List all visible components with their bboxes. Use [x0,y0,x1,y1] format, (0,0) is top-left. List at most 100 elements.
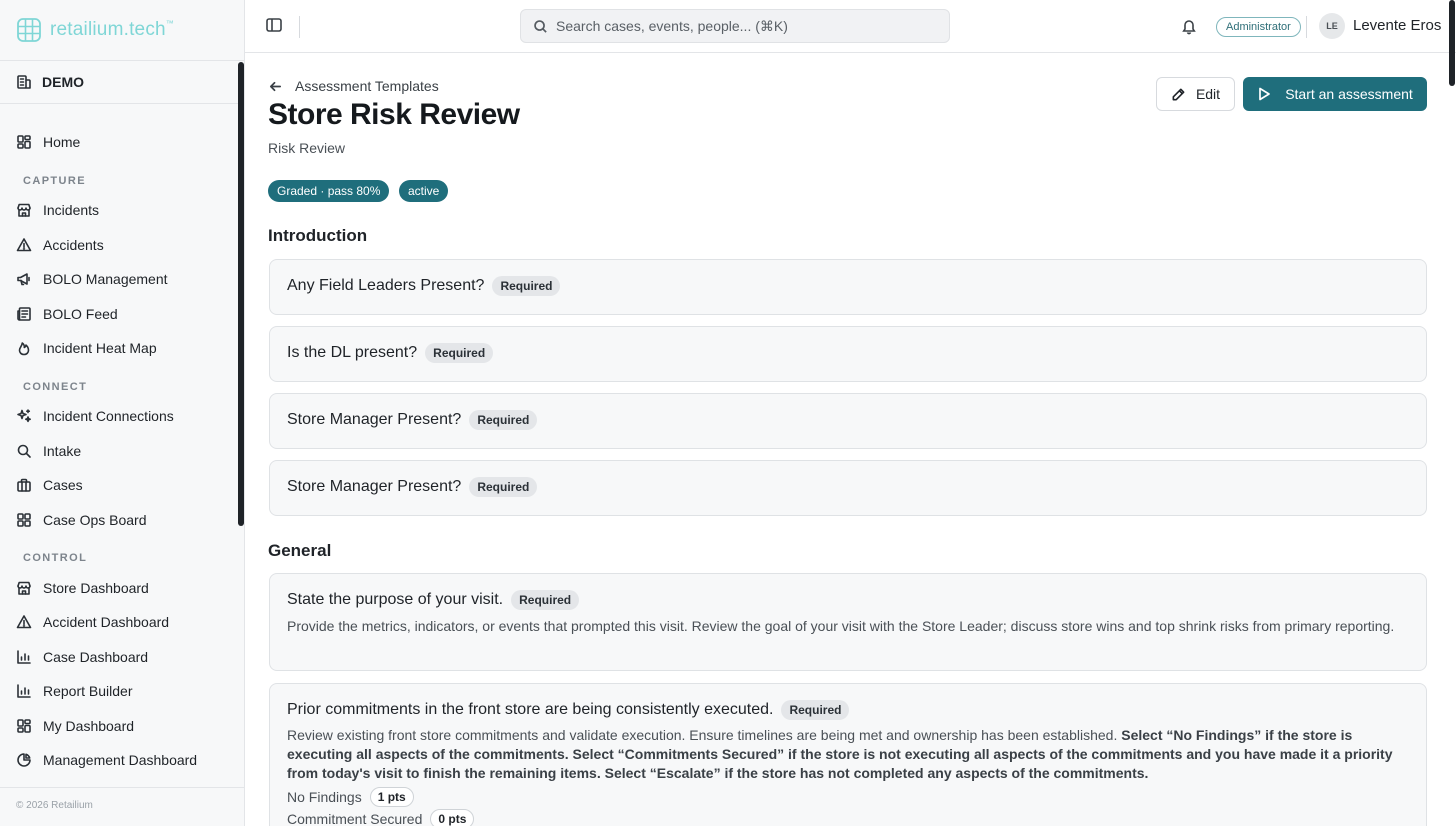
required-badge: Required [511,590,580,610]
question-card[interactable]: Store Manager Present? Required [269,393,1427,449]
tenant-switcher[interactable]: DEMO [16,64,228,100]
required-badge: Required [469,410,538,430]
answer-option: Commitment Secured 0 pts [287,809,475,826]
sidebar-item-incidents[interactable]: Incidents [16,195,228,225]
required-badge: Required [425,343,494,363]
question-description: Provide the metrics, indicators, or even… [287,618,1395,634]
brand[interactable]: retailium.tech™ [16,16,174,44]
sidebar-item-label: BOLO Management [43,271,168,287]
divider [1306,16,1307,38]
grading-badge: Graded · pass 80% [268,180,390,202]
sidebar-item-label: BOLO Feed [43,306,118,322]
newspaper-icon [16,306,32,322]
brand-name: retailium.tech™ [50,19,174,40]
sidebar-item-label: Incident Connections [43,408,174,424]
question-header: Prior commitments in the front store are… [287,700,850,720]
tenant-name: DEMO [42,74,84,90]
divider [0,787,244,788]
question-text: State the purpose of your visit. [287,591,504,608]
section-control: CONTROL [23,552,88,564]
start-assessment-button[interactable]: Start an assessment [1243,77,1427,111]
logo-icon [17,18,41,42]
question-text: Any Field Leaders Present? [287,277,485,294]
warning-triangle-icon [16,237,32,253]
page-scrollbar[interactable] [1449,0,1455,86]
edit-button[interactable]: Edit [1156,77,1235,111]
sidebar-item-incident-connections[interactable]: Incident Connections [16,401,228,431]
sidebar-item-my-dashboard[interactable]: My Dashboard [16,711,228,741]
bar-chart-icon [16,683,32,699]
question-card[interactable]: State the purpose of your visit. Require… [269,573,1427,671]
sidebar-item-accident-dashboard[interactable]: Accident Dashboard [16,607,228,637]
sidebar-item-intake[interactable]: Intake [16,436,228,466]
pie-chart-icon [16,752,32,768]
play-icon [1259,87,1271,101]
sidebar-item-store-dashboard[interactable]: Store Dashboard [16,573,228,603]
sidebar-item-home[interactable]: Home [16,127,228,157]
search-input[interactable] [556,18,936,34]
sidebar-item-label: Accidents [43,237,104,253]
sidebar-toggle-icon[interactable] [265,16,283,34]
question-card[interactable]: Prior commitments in the front store are… [269,683,1427,826]
section-title-general: General [268,541,332,560]
search-icon [534,19,547,33]
sidebar-item-accidents[interactable]: Accidents [16,230,228,260]
question-card[interactable]: Is the DL present? Required [269,326,1427,382]
question-card[interactable]: Store Manager Present? Required [269,460,1427,516]
search-box[interactable] [520,9,950,43]
sidebar-item-label: Report Builder [43,683,133,699]
sidebar-item-label: Home [43,134,81,150]
sidebar-item-label: Store Dashboard [43,580,149,596]
top-bar: Administrator LE Levente Eros [245,0,1456,53]
sidebar: retailium.tech™ DEMO Home CAPTURE Incide… [0,0,245,826]
sidebar-item-label: My Dashboard [43,718,135,734]
pencil-icon [1172,88,1185,100]
section-title-introduction: Introduction [268,226,368,245]
sidebar-item-heat-map[interactable]: Incident Heat Map [16,333,228,363]
sidebar-item-label: Intake [43,443,82,459]
store-icon [16,202,32,218]
user-name[interactable]: Levente Eros [1353,17,1441,34]
sidebar-scrollbar[interactable] [238,62,244,526]
sidebar-item-label: Cases [43,477,83,493]
description-text: Review existing front store commitments … [287,727,1122,743]
sidebar-item-management-dashboard[interactable]: Management Dashboard [16,745,228,775]
sparkles-icon [16,408,32,424]
points-badge: 1 pts [369,787,414,807]
sidebar-item-report-builder[interactable]: Report Builder [16,676,228,706]
avatar[interactable]: LE [1319,13,1345,39]
dashboard-grid-icon [16,134,32,150]
back-link-label: Assessment Templates [295,78,439,94]
sidebar-item-cases[interactable]: Cases [16,470,228,500]
points-badge: 0 pts [430,809,475,826]
edit-button-label: Edit [1195,86,1221,102]
question-card[interactable]: Any Field Leaders Present? Required [269,259,1427,315]
divider [299,16,300,38]
sidebar-item-case-ops-board[interactable]: Case Ops Board [16,505,228,535]
store-icon [16,580,32,596]
search-icon [16,443,32,459]
sidebar-item-label: Incident Heat Map [43,340,157,356]
section-capture: CAPTURE [23,175,86,187]
divider [0,60,244,61]
sidebar-item-label: Management Dashboard [43,752,198,768]
sidebar-item-label: Case Ops Board [43,512,147,528]
sidebar-item-case-dashboard[interactable]: Case Dashboard [16,642,228,672]
question-text: Store Manager Present? [287,478,462,495]
sidebar-item-label: Accident Dashboard [43,614,170,630]
arrow-left-icon [269,81,282,91]
page-title: Store Risk Review [268,98,520,131]
question-header: State the purpose of your visit. Require… [287,590,580,610]
briefcase-icon [16,477,32,493]
notification-bell-icon[interactable] [1181,17,1197,35]
option-label: No Findings [287,789,362,805]
sidebar-item-bolo-management[interactable]: BOLO Management [16,264,228,294]
option-label: Commitment Secured [287,811,423,826]
question-header: Any Field Leaders Present? Required [287,276,561,296]
sidebar-item-bolo-feed[interactable]: BOLO Feed [16,299,228,329]
sidebar-item-label: Case Dashboard [43,649,149,665]
back-link[interactable]: Assessment Templates [268,78,439,94]
flame-icon [16,340,32,356]
required-badge: Required [492,276,561,296]
question-text: Is the DL present? [287,344,418,361]
